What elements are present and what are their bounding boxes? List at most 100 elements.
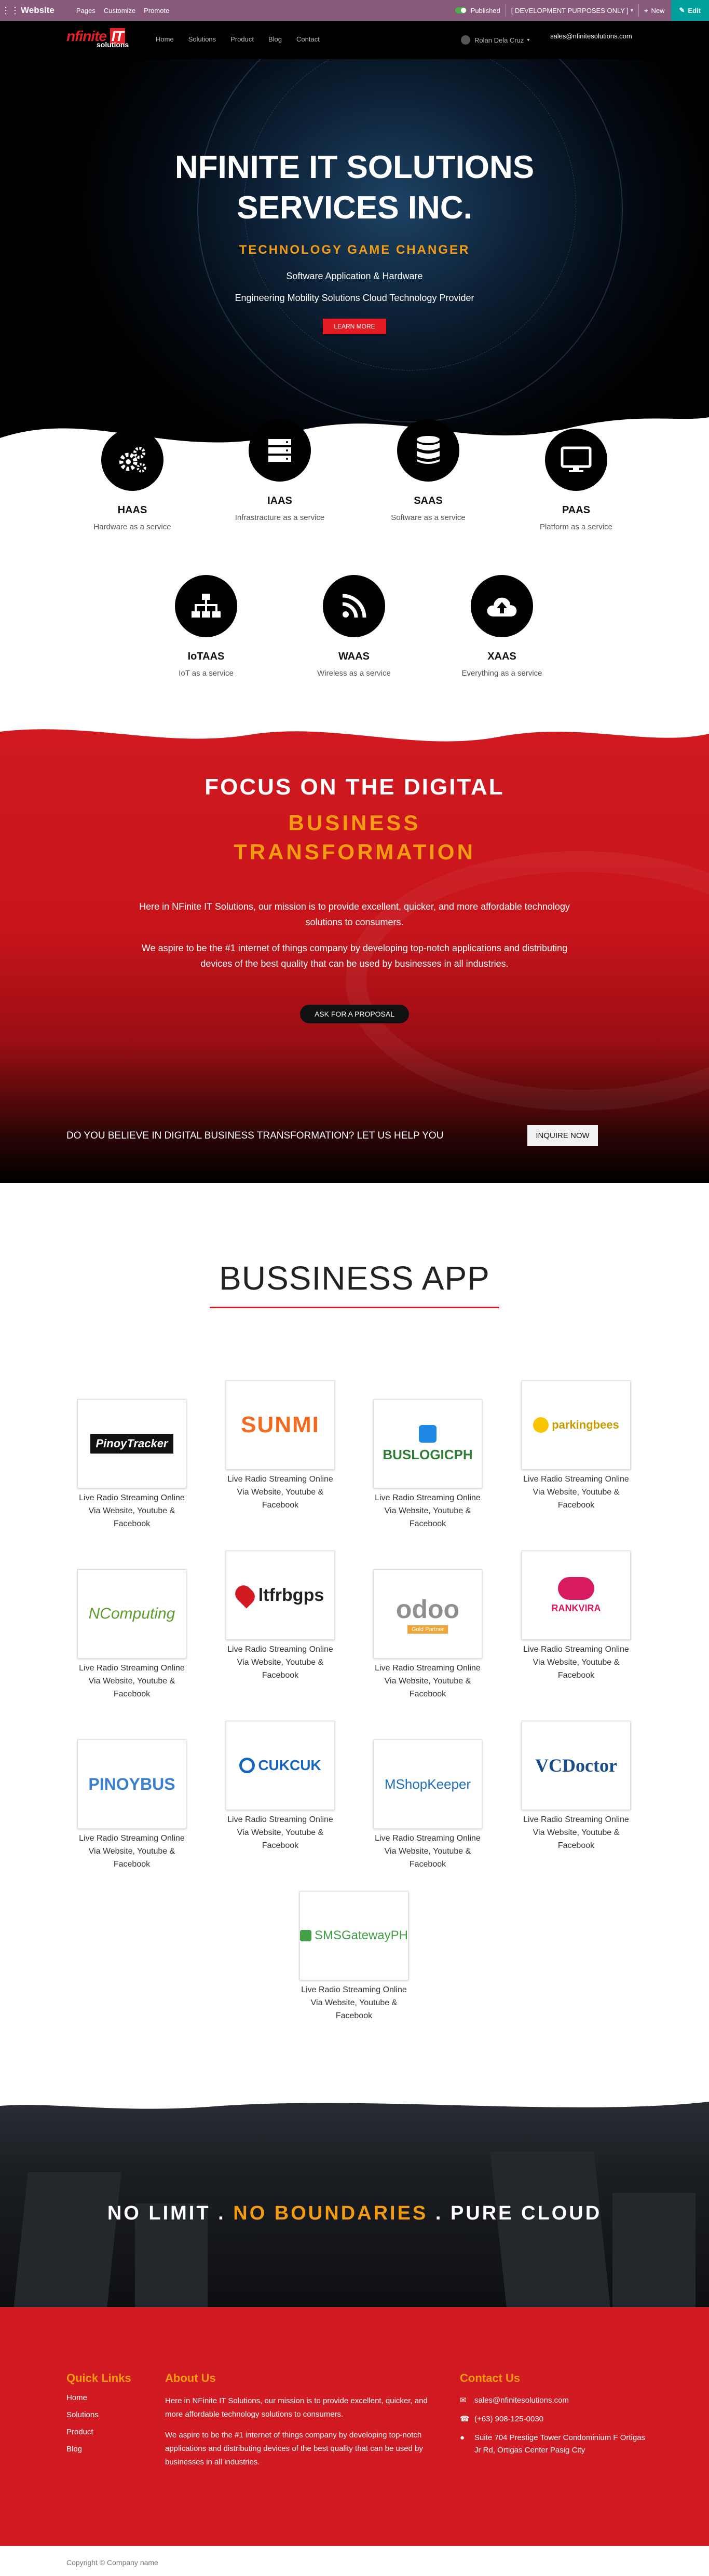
app-card-cukcuk[interactable]: CUKCUK Live Radio Streaming Online Via W…	[223, 1721, 337, 1852]
service-saas[interactable]: SAAS Software as a service	[376, 419, 480, 522]
app-card-pinoybus[interactable]: PINOYBUS Live Radio Streaming Online Via…	[75, 1739, 189, 1871]
app-card-odoo[interactable]: odoo Gold Partner Live Radio Streaming O…	[371, 1569, 485, 1701]
chevron-down-icon: ▾	[527, 37, 530, 43]
app-caption: Live Radio Streaming Online Via Website,…	[375, 1834, 481, 1869]
edit-button[interactable]: ✎ Edit	[671, 0, 709, 21]
main-nav: Home Solutions Product Blog Contact	[156, 35, 334, 43]
app-logo-text: PinoyTracker	[96, 1437, 168, 1450]
contact-title: Contact Us	[460, 2372, 521, 2385]
footer-link-product[interactable]: Product	[66, 2428, 131, 2436]
app-caption: Live Radio Streaming Online Via Website,…	[227, 1475, 333, 1510]
focus-section: FOCUS ON THE DIGITAL BUSINESS TRANSFORMA…	[0, 716, 709, 1183]
focus-top-wave	[0, 716, 709, 742]
app-logo-text: parkingbees	[552, 1418, 619, 1431]
app-logo-text: odoo	[396, 1595, 460, 1624]
app-caption: Live Radio Streaming Online Via Website,…	[301, 1985, 407, 2020]
app-caption: Live Radio Streaming Online Via Website,…	[523, 1815, 629, 1850]
service-haas[interactable]: HAAS Hardware as a service	[80, 429, 184, 531]
app-card-buslogicph[interactable]: BUSLOGICPH Live Radio Streaming Online V…	[371, 1399, 485, 1530]
service-iaas[interactable]: IAAS Infrastracture as a service	[228, 419, 332, 522]
app-card-rankvira[interactable]: RANKVIRA Live Radio Streaming Online Via…	[519, 1551, 633, 1682]
header-email[interactable]: sales@nfinitesolutions.com	[550, 32, 632, 40]
user-menu[interactable]: Rolan Dela Cruz ▾	[461, 35, 529, 45]
map-pin-icon	[231, 1582, 258, 1609]
app-logo-box: ltfrbgps	[226, 1551, 335, 1640]
plus-icon: +	[644, 6, 648, 15]
new-button[interactable]: New	[651, 7, 665, 15]
app-logo-box: BUSLOGICPH	[373, 1399, 482, 1488]
learn-more-button[interactable]: LEARN MORE	[323, 319, 386, 334]
nav-product[interactable]: Product	[230, 35, 254, 43]
contact-address: Suite 704 Prestige Tower Condominium F O…	[474, 2433, 646, 2455]
database-selector[interactable]: [ DEVELOPMENT PURPOSES ONLY ]	[511, 7, 629, 15]
menu-pages[interactable]: Pages	[76, 7, 96, 15]
wifi-icon	[323, 575, 385, 637]
gears-icon	[101, 429, 163, 491]
footer-link-blog[interactable]: Blog	[66, 2445, 131, 2454]
app-logo-box: CUKCUK	[226, 1721, 335, 1810]
app-logo-text: MShopKeeper	[384, 1776, 471, 1792]
app-card-sunmi[interactable]: SUNMI Live Radio Streaming Online Via We…	[223, 1380, 337, 1512]
app-card-ltfrbgps[interactable]: ltfrbgps Live Radio Streaming Online Via…	[223, 1551, 337, 1682]
app-caption: Live Radio Streaming Online Via Website,…	[523, 1645, 629, 1680]
logo-sub: solutions	[97, 40, 129, 49]
focus-paragraph-2: We aspire to be the #1 internet of thing…	[141, 943, 568, 969]
app-card-pinoytracker[interactable]: PinoyTracker Live Radio Streaming Online…	[75, 1399, 189, 1530]
apps-menu-icon[interactable]: ⋮⋮	[0, 0, 21, 21]
app-logo-box: NComputing	[77, 1569, 186, 1659]
service-desc: Infrastracture as a service	[235, 513, 325, 522]
service-iotaas[interactable]: IoTAAS IoT as a service	[154, 575, 258, 678]
footer-link-solutions[interactable]: Solutions	[66, 2410, 131, 2419]
service-waas[interactable]: WAAS Wireless as a service	[302, 575, 406, 678]
app-caption: Live Radio Streaming Online Via Website,…	[227, 1815, 333, 1850]
menu-customize[interactable]: Customize	[104, 7, 135, 15]
app-card-ncomputing[interactable]: NComputing Live Radio Streaming Online V…	[75, 1569, 189, 1701]
inquire-now-button[interactable]: INQUIRE NOW	[527, 1125, 598, 1146]
company-logo[interactable]: nfinite IT solutions	[66, 28, 134, 53]
service-desc: Everything as a service	[461, 669, 542, 678]
contact-phone: (+63) 908-125-0030	[474, 2415, 544, 2423]
app-logo-text: CUKCUK	[258, 1757, 321, 1773]
bus-icon	[419, 1424, 437, 1443]
ask-proposal-button[interactable]: ASK FOR A PROPOSAL	[300, 1005, 409, 1023]
service-xaas[interactable]: XAAS Everything as a service	[450, 575, 554, 678]
business-app-title: BUSSINESS APP	[219, 1259, 490, 1297]
user-name: Rolan Dela Cruz	[474, 36, 524, 44]
service-name: SAAS	[414, 495, 443, 506]
app-card-mshopkeeper[interactable]: MShopKeeper Live Radio Streaming Online …	[371, 1739, 485, 1871]
app-caption: Live Radio Streaming Online Via Website,…	[523, 1475, 629, 1510]
app-caption: Live Radio Streaming Online Via Website,…	[79, 1493, 185, 1528]
odoo-admin-bar: ⋮⋮ Website Pages Customize Promote Publi…	[0, 0, 709, 21]
footer-link-home[interactable]: Home	[66, 2393, 131, 2402]
hero-title-line2: SERVICES INC.	[237, 190, 472, 226]
footer-contact: Contact Us ✉ sales@nfinitesolutions.com …	[460, 2372, 647, 2457]
menu-promote[interactable]: Promote	[144, 7, 169, 15]
app-logo-box: parkingbees	[522, 1380, 631, 1470]
app-card-vcdoctor[interactable]: VCDoctor Live Radio Streaming Online Via…	[519, 1721, 633, 1852]
service-name: IoTAAS	[187, 651, 225, 662]
app-logo-text: PINOYBUS	[88, 1774, 175, 1793]
app-logo-box: SMSGatewayPH	[299, 1891, 408, 1980]
contact-phone-row[interactable]: ☎ (+63) 908-125-0030	[460, 2413, 647, 2426]
app-logo-box: PINOYBUS	[77, 1739, 186, 1829]
admin-brand[interactable]: Website	[21, 5, 54, 16]
divider	[638, 4, 639, 17]
nav-home[interactable]: Home	[156, 35, 174, 43]
focus-highlight-1: BUSINESS	[288, 811, 421, 835]
service-name: WAAS	[338, 651, 370, 662]
service-paas[interactable]: PAAS Platform as a service	[524, 429, 628, 531]
nav-blog[interactable]: Blog	[268, 35, 282, 43]
nav-solutions[interactable]: Solutions	[188, 35, 216, 43]
app-caption: Live Radio Streaming Online Via Website,…	[227, 1645, 333, 1680]
partner-badge: Gold Partner	[407, 1625, 448, 1634]
hero-subtitle-2: Engineering Mobility Solutions Cloud Tec…	[235, 293, 474, 303]
network-icon	[175, 575, 237, 637]
hero-title: NFINITE IT SOLUTIONS SERVICES INC.	[0, 147, 709, 228]
cloud-upload-icon	[471, 575, 533, 637]
app-card-parkingbees[interactable]: parkingbees Live Radio Streaming Online …	[519, 1380, 633, 1512]
app-card-smsgatewayph[interactable]: SMSGatewayPH Live Radio Streaming Online…	[297, 1891, 411, 2022]
contact-email-row[interactable]: ✉ sales@nfinitesolutions.com	[460, 2394, 647, 2407]
published-toggle[interactable]	[455, 7, 467, 13]
building-silhouette	[13, 2172, 121, 2307]
nav-contact[interactable]: Contact	[296, 35, 320, 43]
